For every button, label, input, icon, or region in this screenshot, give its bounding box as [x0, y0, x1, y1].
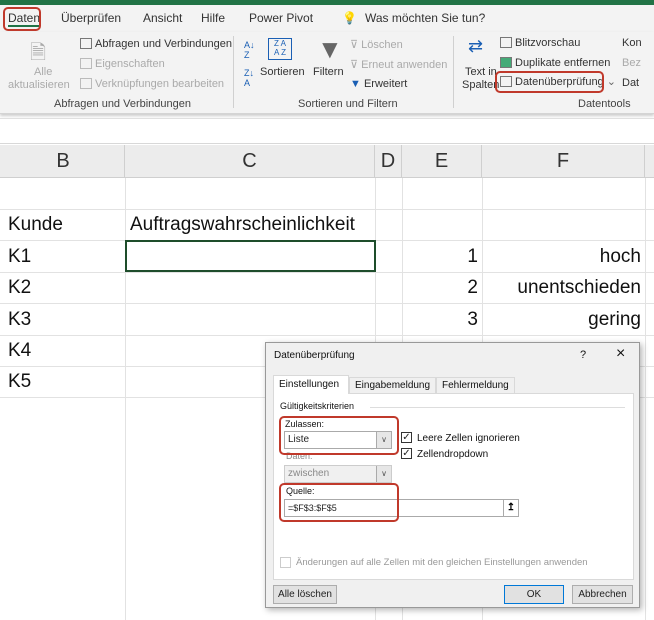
highlight-allow — [279, 416, 399, 455]
advanced-icon: ▼ — [350, 78, 361, 90]
filter-icon: ▼ — [317, 34, 343, 64]
tab-hilfe[interactable]: Hilfe — [201, 11, 225, 25]
flash-fill-label: Blitzvorschau — [515, 37, 581, 49]
column-header-d[interactable]: D — [375, 145, 402, 178]
table-icon — [80, 38, 92, 49]
cell-f[interactable]: unentschieden — [482, 272, 641, 303]
close-button[interactable]: × — [616, 345, 625, 363]
in-cell-dropdown-checkbox[interactable]: ✓ — [401, 448, 412, 459]
advanced-label: Erweitert — [363, 78, 408, 90]
properties-label: Eigenschaften — [95, 58, 165, 70]
flash-fill-icon — [500, 37, 512, 48]
advanced-button[interactable]: ▼ Erweitert — [350, 78, 407, 90]
clear-label: Löschen — [361, 39, 403, 51]
cell-f[interactable]: hoch — [482, 241, 641, 272]
cell-b2[interactable]: Kunde — [8, 209, 63, 240]
dialog-title: Datenüberprüfung — [274, 350, 355, 361]
ignore-blank-label: Leere Zellen ignorieren — [417, 433, 520, 444]
ok-button[interactable]: OK — [504, 585, 564, 604]
divider — [370, 407, 625, 408]
tab-fehlermeldung[interactable]: Fehlermeldung — [436, 377, 515, 393]
ignore-blank-checkbox[interactable]: ✓ — [401, 432, 412, 443]
clear-button[interactable]: ⊽ Löschen — [350, 38, 403, 51]
selected-cell-c3[interactable] — [125, 240, 376, 272]
refresh-all-label2[interactable]: aktualisieren — [8, 79, 70, 91]
cell-e[interactable]: 2 — [402, 272, 478, 303]
cell-e[interactable]: 1 — [402, 241, 478, 272]
tab-ueberpruefen[interactable]: Überprüfen — [61, 11, 121, 25]
cell-e[interactable]: 3 — [402, 304, 478, 335]
tell-me-search[interactable]: Was möchten Sie tun? — [365, 11, 485, 25]
refresh-all-label[interactable]: Alle — [34, 66, 52, 78]
divider — [233, 36, 234, 108]
highlight-source — [279, 483, 399, 522]
reapply-button[interactable]: ⊽ Erneut anwenden — [350, 58, 447, 71]
remove-duplicates-label: Duplikate entfernen — [515, 57, 611, 69]
column-header-c[interactable]: C — [125, 145, 375, 178]
help-button[interactable]: ? — [580, 349, 586, 361]
text-to-columns-icon: ⇄ — [468, 36, 484, 56]
edit-links-button[interactable]: Verknüpfungen bearbeiten — [80, 78, 224, 90]
column-header-e[interactable]: E — [402, 145, 482, 178]
data-model-button[interactable]: Dat — [622, 77, 639, 89]
cell-customer[interactable]: K5 — [8, 366, 31, 397]
tab-einstellungen[interactable]: Einstellungen — [273, 375, 349, 394]
criteria-label: Gültigkeitskriterien — [280, 401, 355, 411]
relations-button[interactable]: Bez — [622, 57, 641, 69]
text-to-columns-label[interactable]: Text in — [465, 66, 497, 78]
apply-all-checkbox[interactable] — [280, 557, 291, 568]
column-headers: B C D E F — [0, 145, 654, 178]
edit-links-label: Verknüpfungen bearbeiten — [95, 78, 225, 90]
tab-eingabemeldung[interactable]: Eingabemeldung — [349, 377, 437, 393]
filter-button[interactable]: Filtern — [313, 66, 344, 78]
highlight-daten — [3, 7, 41, 31]
group-label-sort: Sortieren und Filtern — [298, 98, 398, 110]
group-label-tools: Datentools — [578, 98, 631, 110]
highlight-data-validation — [495, 71, 604, 93]
sort-za-icon[interactable]: Z↓ A — [244, 68, 254, 88]
group-label-queries: Abfragen und Verbindungen — [54, 98, 192, 110]
data-value: zwischen — [288, 468, 330, 479]
chevron-down-icon[interactable]: ∨ — [376, 466, 391, 482]
queries-label: Abfragen und Verbindungen — [95, 38, 233, 50]
sort-button[interactable]: Sortieren — [260, 66, 305, 78]
links-icon — [80, 78, 92, 89]
queries-button[interactable]: Abfragen und Verbindungen — [80, 38, 232, 50]
apply-all-label: Änderungen auf alle Zellen mit den gleic… — [296, 557, 588, 568]
cell-customer[interactable]: K3 — [8, 304, 31, 335]
sort-dialog-icon: Z AA Z — [268, 38, 292, 60]
flash-fill-button[interactable]: Blitzvorschau — [500, 37, 580, 49]
properties-button[interactable]: Eigenschaften — [80, 58, 165, 70]
sort-az-icon[interactable]: A↓ Z — [244, 40, 255, 60]
column-header-b[interactable]: B — [2, 145, 125, 178]
remove-duplicates-button[interactable]: Duplikate entfernen — [500, 57, 610, 69]
cell-c2[interactable]: Auftragswahrscheinlichkeit — [130, 209, 355, 240]
column-header-f[interactable]: F — [482, 145, 645, 178]
divider — [453, 36, 454, 108]
chevron-down-icon[interactable]: ⌄ — [607, 76, 616, 88]
data-select[interactable]: zwischen ∨ — [284, 465, 392, 483]
clear-all-button[interactable]: Alle löschen — [273, 585, 337, 604]
lightbulb-icon: 💡 — [342, 11, 357, 25]
in-cell-dropdown-label: Zellendropdown — [417, 449, 489, 460]
tab-ansicht[interactable]: Ansicht — [143, 11, 182, 25]
data-validation-dialog: Datenüberprüfung ? × Einstellungen Einga… — [265, 342, 640, 608]
properties-icon — [80, 58, 92, 69]
ribbon-tabs: Daten Überprüfen Ansicht Hilfe Power Piv… — [0, 5, 654, 32]
cell-f[interactable]: gering — [482, 304, 641, 335]
formula-bar[interactable] — [0, 118, 654, 144]
cell-customer[interactable]: K1 — [8, 241, 31, 272]
remove-duplicates-icon — [500, 57, 512, 68]
text-to-columns-label2[interactable]: Spalten — [462, 79, 499, 91]
consolidate-button[interactable]: Kon — [622, 37, 642, 49]
cancel-button[interactable]: Abbrechen — [572, 585, 633, 604]
cell-customer[interactable]: K2 — [8, 272, 31, 303]
cell-customer[interactable]: K4 — [8, 335, 31, 366]
collapse-dialog-icon[interactable]: ↥ — [503, 500, 518, 516]
gridline — [645, 178, 646, 620]
reapply-label: Erneut anwenden — [361, 59, 448, 71]
gridline — [0, 335, 654, 336]
tab-power-pivot[interactable]: Power Pivot — [249, 11, 313, 25]
